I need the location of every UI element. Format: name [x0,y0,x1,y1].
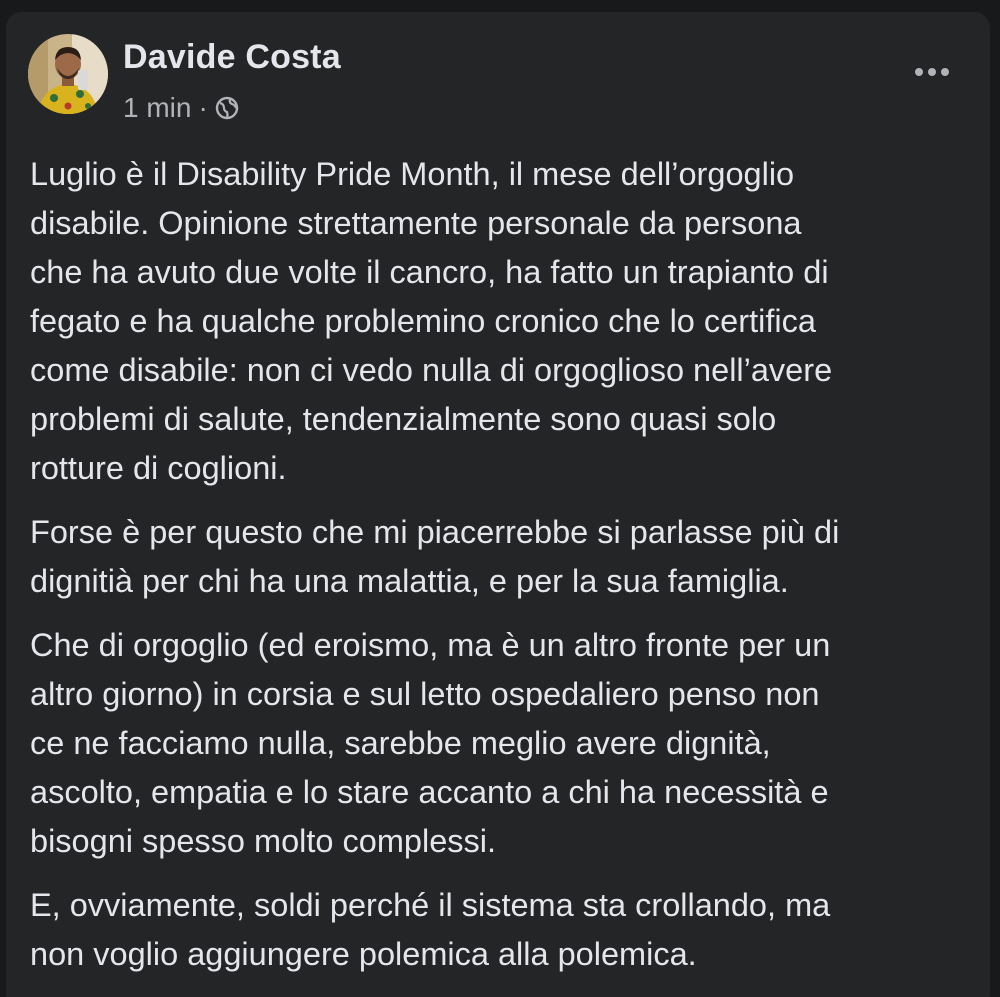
post-card: Davide Costa 1 min · Luglio è il Disabil… [6,12,990,997]
text-line: rotture di coglioni. [30,450,287,486]
meta-separator: · [198,92,208,123]
post-timestamp[interactable]: 1 min [123,92,191,124]
text-line: Luglio è il Disability Pride Month, il m… [30,156,795,192]
text-line: non voglio aggiungere polemica alla pole… [30,936,697,972]
text-line: disabile. Opinione strettamente personal… [30,205,802,241]
author-avatar[interactable] [28,34,108,114]
text-line: ce ne facciamo nulla, sarebbe meglio ave… [30,725,771,761]
more-options-button[interactable] [908,54,956,90]
author-name[interactable]: Davide Costa [123,38,341,77]
text-line: altro giorno) in corsia e sul letto ospe… [30,676,820,712]
text-line: ascolto, empatia e lo stare accanto a ch… [30,774,829,810]
more-horizontal-icon [915,68,949,76]
post-paragraph: Luglio è il Disability Pride Month, il m… [30,150,980,493]
text-line: problemi di salute, tendenzialmente sono… [30,401,777,437]
text-line: bisogni spesso molto complessi. [30,823,497,859]
post-paragraph: E, ovviamente, soldi perché il sistema s… [30,881,980,979]
text-line: E, ovviamente, soldi perché il sistema s… [30,887,831,923]
post-meta: 1 min · [123,90,240,126]
text-line: dignitià per chi ha una malattia, e per … [30,563,789,599]
post-body: Luglio è il Disability Pride Month, il m… [30,150,980,994]
text-line: fegato e ha qualche problemino cronico c… [30,303,816,339]
text-line: che ha avuto due volte il cancro, ha fat… [30,254,829,290]
text-line: Che di orgoglio (ed eroismo, ma è un alt… [30,627,831,663]
text-line: come disabile: non ci vedo nulla di orgo… [30,352,833,388]
globe-icon[interactable] [214,95,240,121]
post-paragraph: Forse è per questo che mi piacerrebbe si… [30,508,980,606]
post-paragraph: Che di orgoglio (ed eroismo, ma è un alt… [30,621,980,866]
text-line: Forse è per questo che mi piacerrebbe si… [30,514,840,550]
